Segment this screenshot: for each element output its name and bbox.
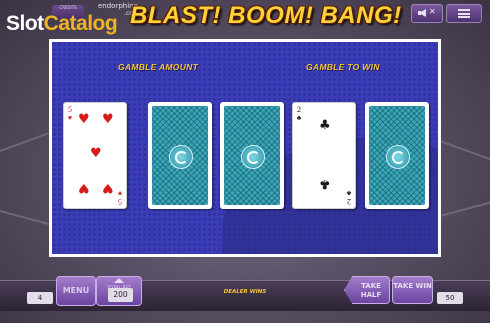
dealer-card: 5 ♥ ♥ ♥ ♥ ♥ ♥ 5 ♥ (63, 102, 127, 209)
card-corner-bottom: 2 ♣ (345, 189, 353, 206)
main-menu-button[interactable] (446, 4, 482, 23)
gamble-amount-label: GAMBLE AMOUNT (118, 62, 199, 72)
status-message: DEALER WINS (223, 289, 267, 295)
card-pip: ♣ (319, 176, 331, 191)
card-back-logo-icon (241, 144, 265, 169)
gamble-to-win-label: GAMBLE TO WIN (306, 62, 380, 72)
card-pip: ♥ (102, 180, 114, 195)
card-rank: 2 (297, 105, 301, 114)
hamburger-icon (458, 9, 470, 18)
card-back-pattern (369, 106, 425, 205)
card-pip: ♥ (78, 112, 90, 127)
card-pip: ♥ (78, 180, 90, 195)
take-win-button[interactable]: TAKE WIN (392, 276, 433, 304)
card-rank: 5 (68, 105, 72, 114)
card-pip: ♥ (102, 112, 114, 127)
card-corner-top: 2 ♣ (295, 105, 303, 123)
watermark: SlotCatalog (6, 12, 118, 36)
card-suit: ♥ (67, 114, 73, 122)
card-corner-bottom: 5 ♥ (116, 189, 124, 206)
mute-x-icon: ✕ (429, 7, 436, 16)
card-suit: ♥ (117, 189, 123, 197)
card-suit: ♣ (346, 189, 352, 197)
lines-value: 4 (27, 292, 53, 304)
card-rank: 2 (347, 197, 351, 206)
card-back-logo-icon (386, 144, 410, 169)
gamble-panel: GAMBLE AMOUNT GAMBLE TO WIN 5 ♥ ♥ ♥ ♥ ♥ … (49, 39, 441, 257)
card-back-logo-icon (169, 144, 193, 169)
watermark-part1: Slot (6, 12, 44, 35)
choice-card-4[interactable] (365, 102, 429, 209)
game-logo: BLAST! BOOM! BANG! (130, 2, 402, 29)
menu-button[interactable]: MENU (56, 276, 96, 306)
card-pip: ♣ (319, 118, 331, 133)
card-corner-top: 5 ♥ (66, 105, 74, 123)
total-bet-value: 200 (108, 288, 133, 302)
choice-card-2[interactable] (220, 102, 284, 209)
choice-card-3[interactable]: 2 ♣ ♣ ♣ 2 ♣ (292, 102, 356, 209)
arrow-up-icon (114, 278, 124, 283)
credits-label: CREDITS (59, 5, 77, 10)
card-back-pattern (152, 106, 208, 205)
sound-toggle-button[interactable]: ✕ (411, 4, 443, 23)
win-value: 50 (437, 292, 463, 304)
card-rank: 5 (118, 197, 122, 206)
speaker-muted-icon (418, 9, 426, 17)
take-half-button[interactable]: TAKE HALF (344, 276, 390, 304)
watermark-part2: Catalog (43, 12, 118, 35)
choice-card-1[interactable] (148, 102, 212, 209)
card-back-pattern (224, 106, 280, 205)
card-suit: ♣ (296, 114, 302, 122)
card-pip: ♥ (90, 146, 102, 161)
